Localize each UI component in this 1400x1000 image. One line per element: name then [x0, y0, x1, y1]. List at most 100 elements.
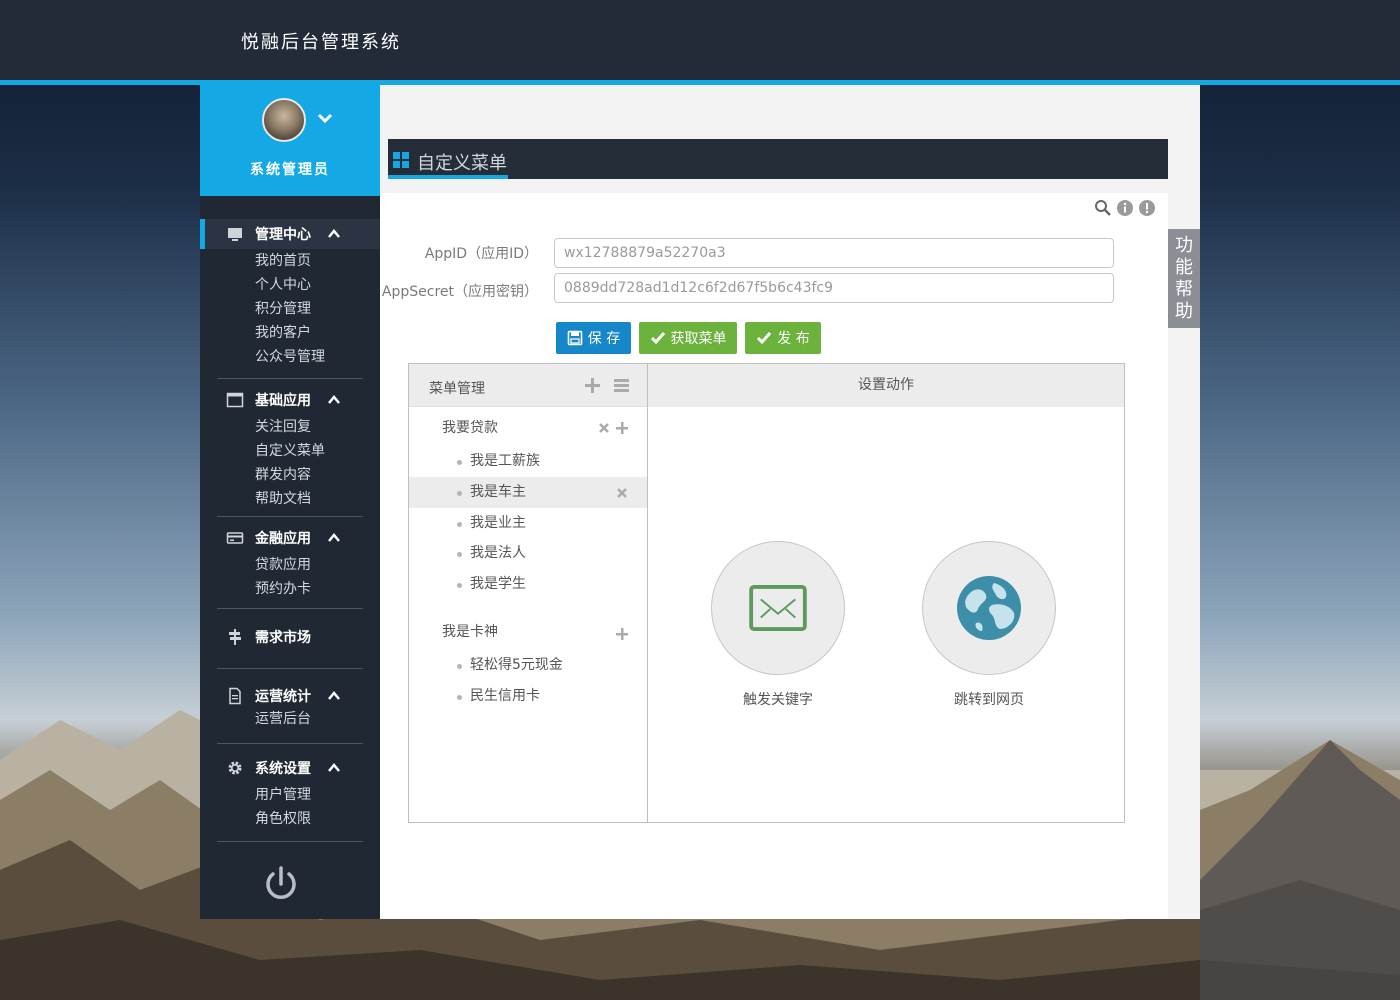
nav-divider	[217, 608, 363, 609]
sidebar-item-card-booking[interactable]: 预约办卡	[200, 577, 380, 601]
nav-divider	[217, 516, 363, 517]
nav-head-operations[interactable]: 运营统计	[200, 681, 380, 711]
search-icon[interactable]	[1094, 199, 1112, 217]
appid-field[interactable]: wx12788879a52270a3	[554, 238, 1114, 268]
nav-divider	[217, 743, 363, 744]
envelope-icon	[749, 585, 807, 631]
action-keyword[interactable]: 触发关键字	[711, 541, 845, 709]
nav-head-label: 金融应用	[255, 531, 311, 547]
action-webpage[interactable]: 跳转到网页	[922, 541, 1056, 709]
sidebar-item-home[interactable]: 我的首页	[200, 249, 380, 273]
action-keyword-circle[interactable]	[711, 541, 845, 675]
menu-child-item[interactable]: 轻松得5元现金	[409, 650, 647, 681]
chevron-up-icon[interactable]	[327, 394, 341, 406]
menu-child-item[interactable]: 我是学生	[409, 569, 647, 600]
menu-child-item[interactable]: 民生信用卡	[409, 681, 647, 712]
content-panel: 自定义菜单 功能帮助 AppID（应用ID） wx12788879a52270a…	[380, 85, 1200, 919]
menu-tree-header: 菜单管理	[409, 364, 647, 407]
sidebar-item-role-permissions[interactable]: 角色权限	[200, 807, 380, 831]
alert-icon[interactable]	[1138, 199, 1156, 217]
action-webpage-circle[interactable]	[922, 541, 1056, 675]
help-tab-label: 功能帮助	[1175, 235, 1193, 322]
action-keyword-label: 触发关键字	[743, 692, 813, 708]
menu-child-item-selected[interactable]: 我是车主	[409, 477, 647, 508]
monitor-icon	[228, 228, 242, 241]
menu-tree-tools	[584, 377, 630, 394]
save-button-label: 保 存	[587, 331, 621, 347]
nav-head-label: 基础应用	[255, 393, 311, 409]
save-button[interactable]: 保 存	[556, 322, 631, 354]
help-tab[interactable]: 功能帮助	[1168, 229, 1200, 328]
nav-group-basic: 基础应用 关注回复 自定义菜单 群发内容 帮助文档	[200, 385, 380, 511]
sidebar-item-loan-app[interactable]: 贷款应用	[200, 553, 380, 577]
nav-divider	[217, 841, 363, 842]
plus-icon[interactable]	[584, 377, 601, 394]
chevron-up-icon[interactable]	[327, 228, 341, 240]
sidebar-item-follow-reply[interactable]: 关注回复	[200, 415, 380, 439]
nav-group-finance: 金融应用 贷款应用 预约办卡	[200, 523, 380, 601]
menu-editor-panel: 菜单管理 我要贷款 我是工薪族 我是车主 我是业主 我是法人 我是学生 我是卡神	[408, 363, 1125, 823]
fetch-menu-button-label: 获取菜单	[670, 331, 727, 347]
menu-parent-item[interactable]: 我是卡神	[442, 621, 498, 641]
page-title-underline	[388, 175, 508, 179]
menu-child-item[interactable]: 我是工薪族	[409, 446, 647, 477]
profile-name: 系统管理员	[250, 162, 330, 178]
nav-head-label: 管理中心	[255, 227, 311, 243]
nav-group-management: 管理中心 我的首页 个人中心 积分管理 我的客户 公众号管理	[200, 219, 380, 369]
fetch-menu-button[interactable]: 获取菜单	[639, 322, 737, 354]
signpost-icon	[229, 629, 241, 645]
nav-group-operations: 运营统计 运营后台	[200, 681, 380, 731]
credit-card-icon	[226, 532, 244, 544]
sidebar-item-points[interactable]: 积分管理	[200, 297, 380, 321]
publish-button[interactable]: 发 布	[745, 322, 821, 354]
chevron-up-icon[interactable]	[327, 762, 341, 774]
floppy-icon	[567, 330, 583, 346]
sidebar-item-customers[interactable]: 我的客户	[200, 321, 380, 345]
info-icon[interactable]	[1116, 199, 1134, 217]
nav-head-management[interactable]: 管理中心	[200, 219, 380, 249]
menu-child-item[interactable]: 我是法人	[409, 538, 647, 569]
close-icon[interactable]	[598, 419, 610, 433]
page-title-bar: 自定义菜单	[388, 139, 1168, 179]
page-title: 自定义菜单	[417, 153, 507, 174]
power-icon[interactable]	[262, 865, 300, 903]
plus-icon[interactable]	[616, 625, 628, 640]
menu-item-ops	[616, 625, 628, 640]
avatar[interactable]	[262, 98, 306, 142]
close-icon[interactable]	[616, 487, 628, 499]
gear-icon	[228, 761, 242, 775]
chevron-up-icon[interactable]	[327, 690, 341, 702]
sidebar-item-user-management[interactable]: 用户管理	[200, 783, 380, 807]
nav-head-settings[interactable]: 系统设置	[200, 753, 380, 783]
sidebar-item-mass-content[interactable]: 群发内容	[200, 463, 380, 487]
menu-tree-title: 菜单管理	[429, 381, 485, 397]
chevron-down-icon[interactable]	[316, 109, 334, 127]
publish-button-label: 发 布	[777, 331, 810, 347]
nav-head-market[interactable]: 需求市场	[200, 622, 380, 652]
menu-tree: 菜单管理 我要贷款 我是工薪族 我是车主 我是业主 我是法人 我是学生 我是卡神	[409, 364, 648, 822]
action-panel-header: 设置动作	[648, 364, 1124, 407]
list-icon[interactable]	[613, 377, 630, 394]
appsecret-field[interactable]: 0889dd728ad1d12c6f2d67f5b6c43fc9	[554, 273, 1114, 303]
nav-head-basic[interactable]: 基础应用	[200, 385, 380, 415]
globe-icon	[957, 576, 1021, 640]
sidebar-item-official-account[interactable]: 公众号管理	[200, 345, 380, 369]
plus-icon[interactable]	[616, 419, 628, 434]
menu-parent-item[interactable]: 我要贷款	[442, 417, 498, 437]
nav-group-market: 需求市场	[200, 622, 380, 652]
top-bar: 悦融后台管理系统	[0, 0, 1400, 80]
checkmark-icon	[650, 332, 665, 345]
menu-child-item[interactable]: 我是业主	[409, 508, 647, 539]
sidebar-item-profile[interactable]: 个人中心	[200, 273, 380, 297]
action-webpage-label: 跳转到网页	[954, 692, 1024, 708]
sidebar-item-custom-menu[interactable]: 自定义菜单	[200, 439, 380, 463]
sidebar-item-help-docs[interactable]: 帮助文档	[200, 487, 380, 511]
checkmark-icon	[757, 332, 772, 345]
window-icon	[226, 392, 244, 408]
nav-head-label: 系统设置	[255, 761, 311, 777]
nav-divider	[217, 378, 363, 379]
document-icon	[229, 687, 241, 705]
chevron-up-icon[interactable]	[327, 532, 341, 544]
nav-head-finance[interactable]: 金融应用	[200, 523, 380, 553]
app-title: 悦融后台管理系统	[241, 32, 401, 53]
